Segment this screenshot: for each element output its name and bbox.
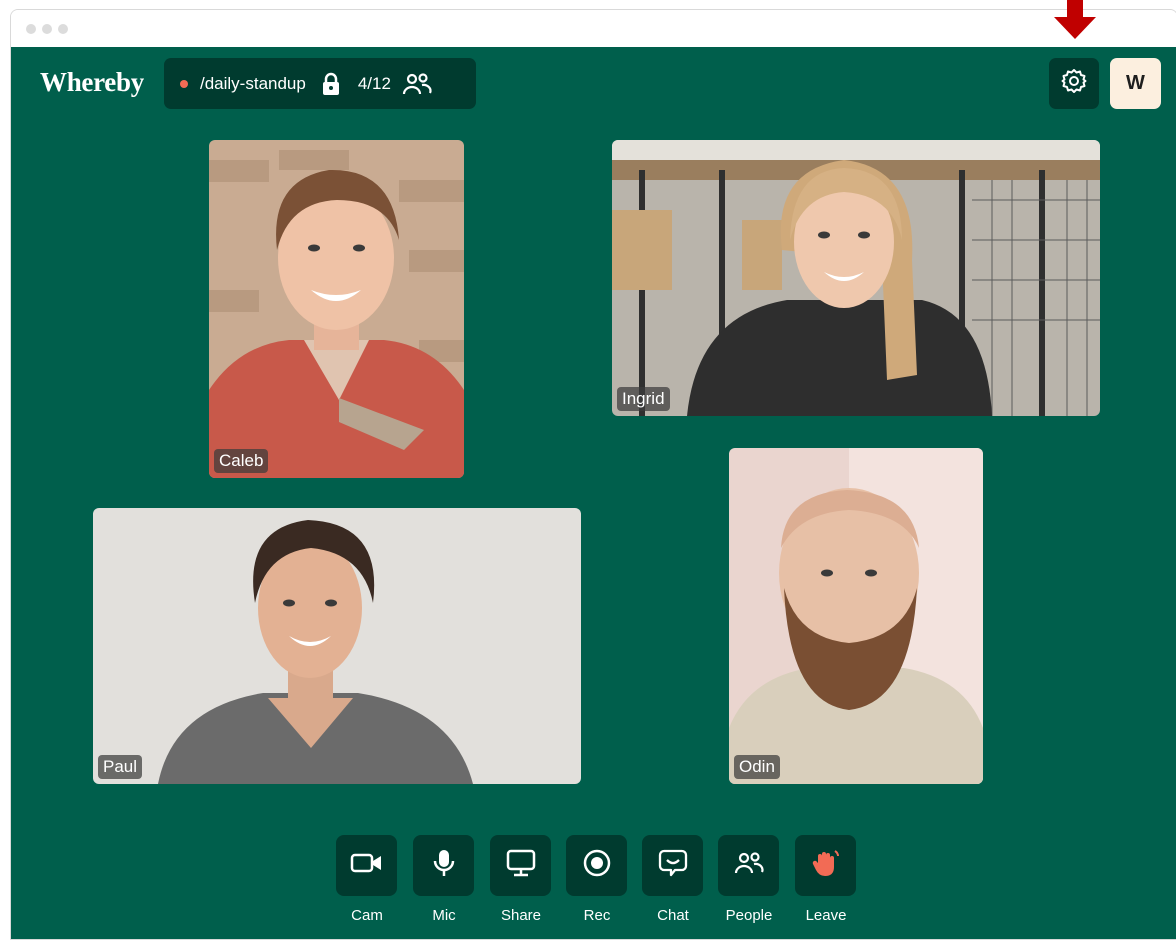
participant-video <box>93 508 581 784</box>
chat-control[interactable]: Chat <box>642 835 704 924</box>
participant-video <box>209 140 464 478</box>
participant-name-tag: Odin <box>734 755 780 779</box>
window-dot-minimize[interactable] <box>42 24 52 34</box>
mic-label: Mic <box>432 907 456 924</box>
record-icon <box>582 848 612 883</box>
share-button[interactable] <box>490 835 551 896</box>
microphone-icon <box>432 848 456 883</box>
cam-control[interactable]: Cam <box>336 835 398 924</box>
participant-name-tag: Paul <box>98 755 143 779</box>
cam-label: Cam <box>351 907 383 924</box>
mic-control[interactable]: Mic <box>413 835 475 924</box>
screen-share-icon <box>506 849 536 882</box>
title-bar <box>11 10 1176 47</box>
call-controls: Cam Mic Share Rec Chat People Leave <box>11 835 1176 935</box>
rec-control[interactable]: Rec <box>566 835 628 924</box>
participant-name-tag: Caleb <box>214 449 269 473</box>
camera-icon <box>350 851 384 880</box>
participant-video <box>729 448 983 784</box>
video-tile-ingrid[interactable]: Ingrid <box>612 140 1100 416</box>
browser-window: Whereby /daily-standup 4/12 W Caleb Ingr… <box>10 9 1176 940</box>
share-label: Share <box>500 907 542 924</box>
people-control[interactable]: People <box>718 835 780 924</box>
people-button[interactable] <box>718 835 779 896</box>
video-tile-caleb[interactable]: Caleb <box>209 140 464 478</box>
leave-button[interactable] <box>795 835 856 896</box>
user-avatar-button[interactable]: W <box>1110 58 1161 109</box>
window-dot-maximize[interactable] <box>58 24 68 34</box>
participant-count: 4/12 <box>357 73 391 93</box>
participant-video <box>612 140 1100 416</box>
leave-control[interactable]: Leave <box>795 835 857 924</box>
annotation-arrow-icon <box>1054 0 1096 39</box>
room-name: /daily-standup <box>200 73 306 93</box>
chat-label: Chat <box>657 907 689 924</box>
video-tile-odin[interactable]: Odin <box>729 448 983 784</box>
rec-button[interactable] <box>566 835 627 896</box>
mic-button[interactable] <box>413 835 474 896</box>
video-tile-paul[interactable]: Paul <box>93 508 581 784</box>
room-info[interactable]: /daily-standup 4/12 <box>164 58 476 109</box>
lock-icon[interactable] <box>320 72 342 96</box>
settings-button[interactable] <box>1049 58 1099 109</box>
rec-label: Rec <box>583 907 611 924</box>
gear-icon <box>1060 67 1088 100</box>
leave-label: Leave <box>805 907 847 924</box>
cam-button[interactable] <box>336 835 397 896</box>
window-dot-close[interactable] <box>26 24 36 34</box>
live-indicator <box>180 79 188 88</box>
app-logo: Whereby <box>40 67 144 97</box>
people-label: People <box>725 907 773 924</box>
share-control[interactable]: Share <box>490 835 552 924</box>
chat-button[interactable] <box>642 835 703 896</box>
participant-name-tag: Ingrid <box>617 387 670 411</box>
meeting-room: Whereby /daily-standup 4/12 W Caleb Ingr… <box>11 47 1176 939</box>
people-icon[interactable] <box>401 72 433 96</box>
people-icon <box>733 850 765 881</box>
chat-icon <box>658 848 688 883</box>
waving-hand-icon <box>810 847 842 884</box>
